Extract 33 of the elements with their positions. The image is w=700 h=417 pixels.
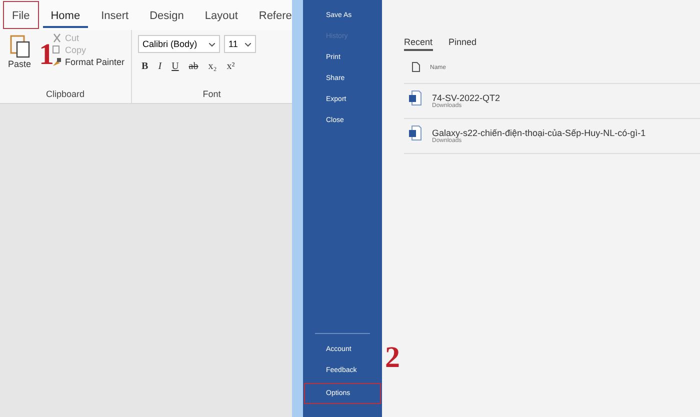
ribbon-tab[interactable]: Layout: [196, 2, 246, 28]
chevron-down-icon: [208, 43, 215, 47]
clipboard-format-painter-button[interactable]: Format Painter: [51, 57, 125, 67]
superscript-button[interactable]: x²: [226, 61, 235, 72]
scissors-icon: [51, 33, 62, 43]
chevron-down-icon: [244, 43, 251, 47]
recent-tab[interactable]: Pinned: [448, 37, 477, 51]
italic-button[interactable]: I: [158, 61, 162, 72]
step-number: 2: [385, 343, 400, 373]
ribbon-tab[interactable]: Refere: [250, 2, 300, 28]
copy-icon: [51, 45, 62, 55]
step-number: 1: [39, 40, 54, 70]
brush-icon: [51, 57, 62, 67]
ribbon-tab[interactable]: Home: [42, 2, 88, 28]
file-name: Galaxy-s22-chiến-điện-thoại-của-Sếp-Huy-NL-có-gì-1: [432, 128, 646, 138]
group-label: Font: [202, 89, 222, 101]
font-size-dropdown[interactable]: 11: [224, 35, 256, 53]
subscript-button[interactable]: x₂: [208, 61, 217, 72]
paste-button[interactable]: Paste: [6, 33, 34, 89]
bold-button[interactable]: B: [142, 61, 148, 72]
file-name: 74-SV-2022-QT2: [432, 92, 500, 102]
recent-tab[interactable]: Recent: [404, 37, 433, 51]
ribbon-tab[interactable]: File: [4, 2, 38, 28]
word-file-icon: [408, 90, 422, 106]
ribbon-tab[interactable]: Insert: [93, 2, 137, 28]
clipboard-icon: [8, 33, 30, 59]
ribbon-tab[interactable]: Design: [142, 2, 192, 28]
font-name-dropdown[interactable]: Calibri (Body): [138, 35, 220, 53]
underline-button[interactable]: U: [172, 61, 179, 72]
word-file-icon: [408, 125, 422, 141]
strikethrough-button[interactable]: ab: [188, 61, 198, 72]
document-icon: [412, 62, 420, 72]
group-label: Clipboard: [45, 89, 86, 101]
